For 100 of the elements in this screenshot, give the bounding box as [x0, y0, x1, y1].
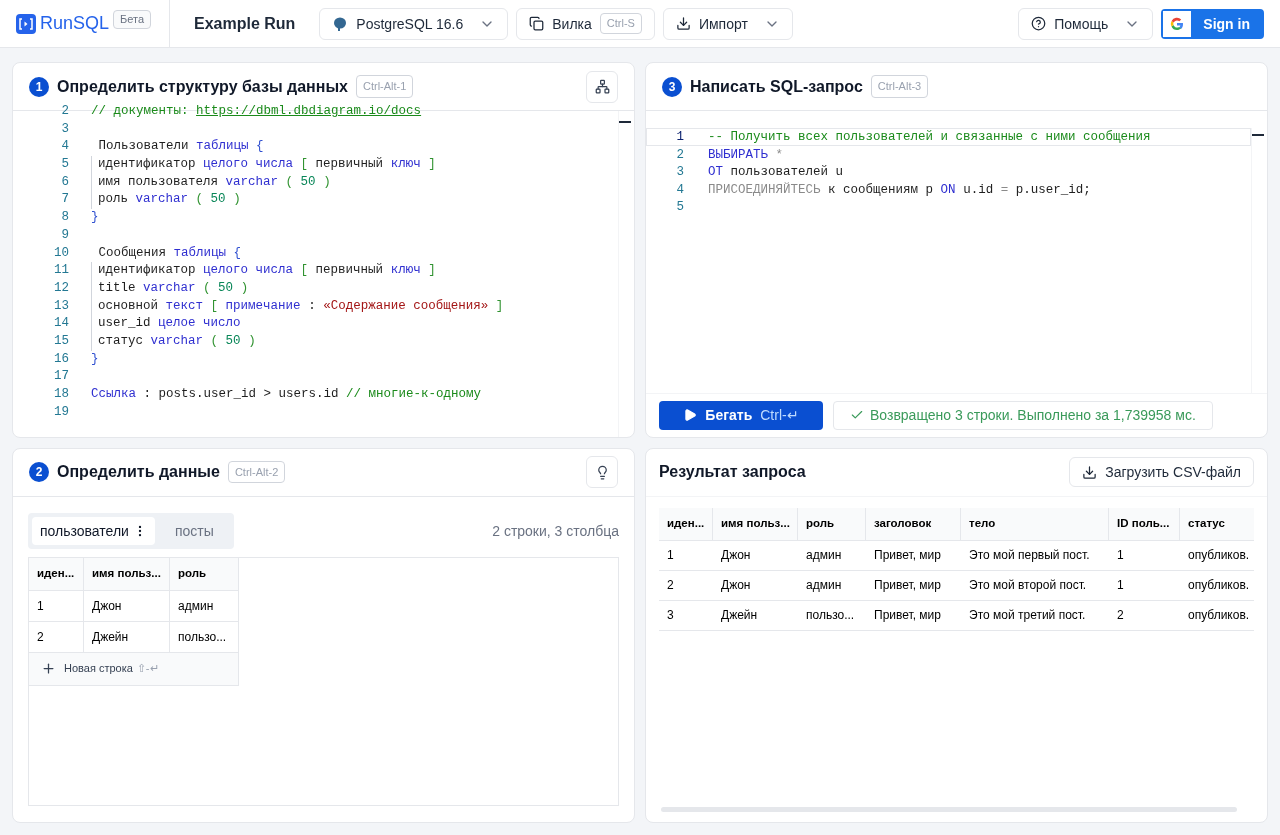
code-line: Пользователи таблицы { [97, 138, 264, 156]
table-cell: Джейн [84, 621, 170, 652]
code-line: идентификатор целого числа [ первичный ключ ] [98, 156, 436, 174]
hint-button[interactable] [586, 456, 618, 488]
table-cell-text: Привет, мир [873, 547, 942, 564]
check-icon [850, 408, 864, 422]
copy-icon [529, 16, 545, 31]
code-line: user_id целое число [98, 315, 241, 333]
column-header: заголовок [866, 507, 961, 540]
table-cell-text: Привет, мир [873, 577, 942, 594]
table-cell-text: 1 [1116, 577, 1125, 594]
panel-title: Определить данные [57, 462, 220, 482]
line-number: 6 [60, 173, 70, 191]
line-number: 3 [60, 120, 70, 138]
table-cell-text: 2 [666, 577, 675, 594]
column-header: имя польз... [713, 507, 798, 540]
line-number: 8 [60, 209, 70, 227]
new-row-button[interactable]: Новая строка ⇧-↵ [29, 652, 239, 686]
column-header: иден... [659, 507, 713, 540]
table-summary: 2 строки, 3 столбца [492, 521, 619, 541]
code-line: Ссылка : posts.user_id > users.id // многие-к-одному [91, 386, 482, 403]
run-title: Example Run [194, 13, 296, 34]
column-header: тело [961, 507, 1109, 540]
logo-icon [16, 13, 36, 34]
download-csv-button[interactable]: Загрузить CSV-файл [1069, 457, 1254, 487]
table-cell-text: Джон [720, 577, 752, 594]
line-number: 16 [53, 350, 70, 368]
table-cell-text: пользо... [805, 607, 856, 624]
table-cell-text: 3 [666, 607, 675, 624]
diagram-button[interactable] [586, 70, 618, 103]
code-line: } [91, 209, 99, 227]
line-number: 13 [53, 297, 70, 315]
code-line: статус varchar ( 50 ) [98, 332, 256, 350]
plus-icon [41, 661, 56, 676]
table-cell-text: админ [805, 547, 843, 564]
code-line: ПРИСОЕДИНЯЙТЕСЬ к сообщениям p ON u.id = p.user_id; [708, 181, 1091, 198]
table-cell-text: 1 [1116, 547, 1125, 564]
line-number: 14 [53, 315, 70, 333]
table-cell-text: опубликов. [1187, 547, 1251, 564]
table-cell-text: Джейн [720, 607, 759, 624]
table-cell-text: опубликов. [1187, 607, 1251, 624]
code-line: // документы: https://dbml.dbdiagram.io/docs [91, 103, 422, 120]
table-cell-text: 1 [666, 547, 675, 564]
table-cell: 1 [29, 590, 84, 621]
table-tab[interactable]: посты [158, 516, 230, 545]
table-cell-text: 2 [1116, 607, 1125, 624]
line-number: 10 [53, 244, 70, 262]
code-line: } [91, 350, 99, 368]
shortcut-label: Ctrl-Alt-1 [355, 75, 414, 98]
code-line: ВЫБИРАТЬ * [708, 146, 784, 163]
download-icon [1082, 464, 1098, 480]
line-number: 5 [60, 156, 70, 174]
column-header: иден... [29, 557, 84, 590]
table-cell: пользо... [170, 621, 239, 652]
run-button[interactable]: Бегать Ctrl-↵ [659, 400, 823, 430]
google-icon [1163, 10, 1192, 37]
shortcut-label: Ctrl-Alt-3 [870, 75, 929, 98]
status-text: Возвращено 3 строки. Выполнено за 1,739958 мс. [870, 406, 1196, 425]
import-icon [675, 16, 691, 31]
help-button[interactable]: Помощь [1018, 7, 1154, 40]
table-cell: админ [170, 590, 239, 621]
table-cell-text: Это мой первый пост. [968, 547, 1091, 564]
table-tab[interactable]: пользователи [32, 516, 155, 545]
horizontal-scrollbar[interactable] [661, 807, 1237, 812]
line-number: 19 [53, 403, 70, 421]
line-number: 9 [60, 226, 70, 244]
step-number: 2 [29, 462, 49, 482]
line-number: 15 [53, 332, 70, 350]
table-cell-text: Это мой второй пост. [968, 577, 1088, 594]
beta-badge: Бета [113, 10, 152, 29]
shortcut-label: Ctrl-S [599, 12, 642, 35]
code-line: идентификатор целого числа [ первичный ключ ] [98, 262, 436, 280]
diagram-icon [594, 79, 610, 94]
database-select[interactable]: PostgreSQL 16.6 [319, 7, 509, 40]
line-number: 5 [675, 199, 684, 215]
table-cell-text: Джон [720, 547, 752, 564]
help-icon [1031, 16, 1047, 31]
line-number: 4 [675, 181, 684, 198]
table-cell-text: Это мой третий пост. [968, 607, 1087, 624]
table-cell-text: опубликов. [1187, 577, 1251, 594]
table-cell-text: админ [805, 577, 843, 594]
code-line: title varchar ( 50 ) [98, 279, 249, 297]
sign-in-button[interactable]: Sign in [1161, 8, 1264, 39]
import-button[interactable]: Импорт [662, 7, 793, 40]
table-cell: Джон [84, 590, 170, 621]
panel-title: Результат запроса [659, 462, 806, 482]
line-number: 18 [53, 386, 70, 403]
line-number: 11 [53, 262, 70, 280]
shortcut-label: Ctrl-Alt-2 [227, 460, 286, 484]
panel-title: Определить структуру базы данных [57, 76, 348, 97]
line-number: 2 [675, 146, 684, 163]
play-icon [683, 408, 698, 422]
logo-text: RunSQL [40, 12, 110, 35]
code-line: основной текст [ примечание : «Содержание сообщения» ] [98, 297, 504, 315]
column-header: роль [170, 557, 239, 590]
line-number: 2 [60, 103, 70, 120]
column-header: роль [798, 507, 866, 540]
line-number: 17 [53, 368, 70, 386]
fork-button[interactable]: Вилка Ctrl-S [516, 7, 655, 40]
line-number: 3 [675, 164, 684, 180]
